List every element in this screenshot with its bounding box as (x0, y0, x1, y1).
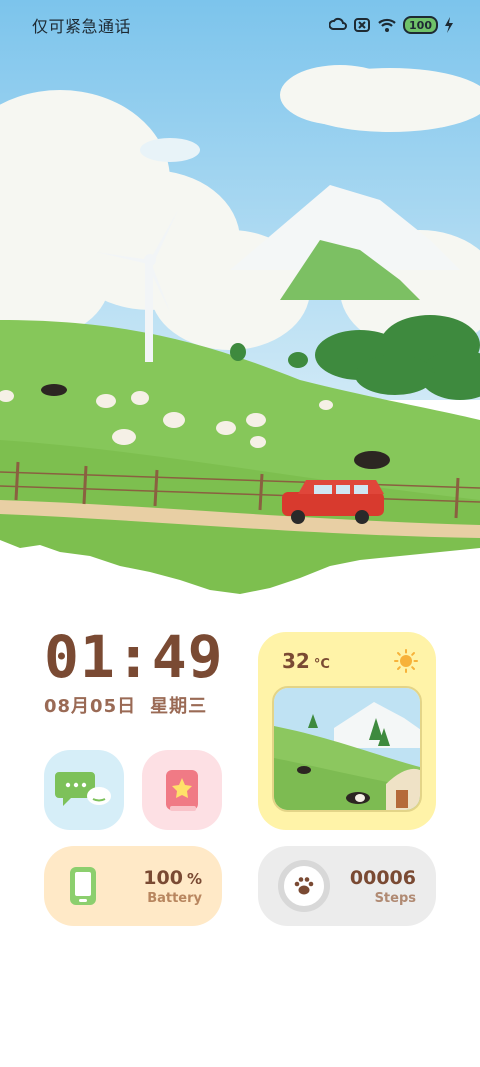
status-bar: 仅可紧急通话 100 (0, 0, 480, 50)
weather-temperature: 32 °C (282, 649, 330, 673)
chat-bubbles-icon (55, 772, 111, 806)
paw-badge (278, 860, 330, 912)
carrier-label: 仅可紧急通话 (32, 17, 132, 36)
clock-weekday: 星期三 (150, 696, 208, 717)
battery-widget-text: 100% Battery (143, 867, 202, 906)
battery-widget-label: Battery (147, 890, 202, 906)
battery-widget-unit: % (186, 869, 202, 888)
clock-time: 01:49 (44, 623, 224, 691)
battery-widget[interactable]: 100% Battery (44, 846, 222, 926)
phone-icon (70, 867, 96, 905)
charging-bolt-icon (445, 17, 453, 33)
notes-app-icon[interactable] (142, 750, 222, 830)
weather-illustration (272, 686, 422, 812)
wifi-icon (378, 18, 396, 32)
status-icons: 100 (329, 16, 454, 34)
battery-widget-value-row: 100% (143, 867, 202, 889)
steps-widget-value: 00006 (349, 866, 416, 889)
no-sim-icon (354, 18, 371, 32)
temperature-unit: °C (313, 657, 330, 672)
weather-widget[interactable]: 32 °C (258, 632, 436, 830)
weather-header: 32 °C (272, 646, 422, 676)
steps-widget-label: Steps (374, 890, 416, 906)
sun-icon (394, 649, 418, 673)
messages-app-icon[interactable] (44, 750, 124, 830)
clock-widget[interactable]: 01:49 08月05日 星期三 (44, 624, 244, 718)
clock-date-row: 08月05日 星期三 (44, 692, 244, 718)
lock-screen: 仅可紧急通话 100 01:49 08月05日 星期三 32 °C 100 % … (0, 0, 480, 1067)
battery-icon: 100 (403, 16, 438, 34)
cloud-headset-icon (329, 17, 347, 30)
temperature-value: 32 (282, 649, 310, 673)
battery-level: 100 (409, 18, 432, 32)
steps-widget-text: 00006 Steps (350, 867, 416, 906)
wallpaper-illustration (0, 0, 480, 610)
steps-widget[interactable]: 00006 Steps (258, 846, 436, 926)
notebook-flower-icon (166, 770, 198, 811)
battery-widget-value: 100 (143, 866, 183, 889)
clock-date: 08月05日 (44, 696, 137, 717)
paw-icon (294, 877, 314, 895)
